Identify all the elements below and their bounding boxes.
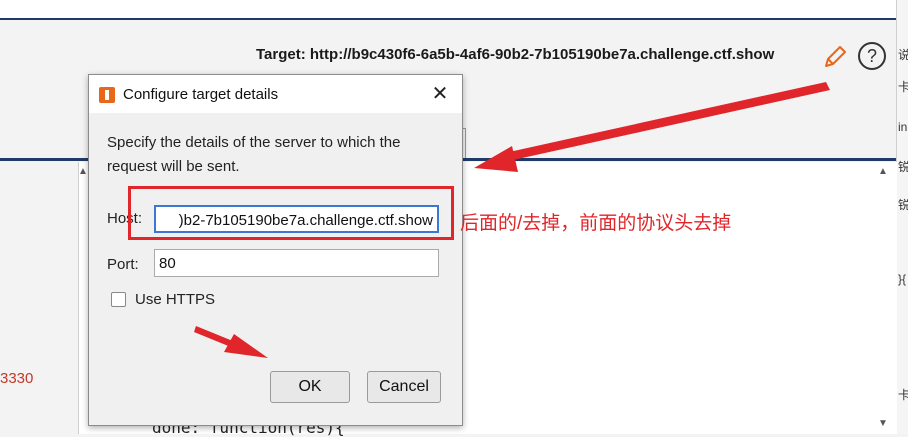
right-edge-char: 卡	[898, 386, 908, 403]
use-https-checkbox[interactable]	[111, 292, 126, 307]
scroll-up-arrow-icon[interactable]: ▲	[878, 166, 892, 182]
right-edge-char: in	[898, 120, 908, 134]
right-edge-strip: 说 卡 in 锐 锐 }{ 卡	[896, 0, 908, 434]
right-edge-char: 说	[898, 46, 908, 63]
dialog-title: Configure target details	[123, 86, 279, 103]
host-highlight-box	[128, 186, 454, 240]
port-label: Port:	[107, 256, 139, 273]
pencil-icon[interactable]	[822, 44, 848, 70]
target-url-label: Target: http://b9c430f6-6a5b-4af6-90b2-7…	[256, 46, 775, 63]
dialog-description: Specify the details of the server to whi…	[107, 134, 401, 175]
right-edge-char: 锐	[898, 196, 908, 213]
dialog-titlebar[interactable]: Configure target details ✕	[89, 75, 462, 113]
right-edge-char: }{	[898, 272, 907, 286]
annotation-text: 后面的/去掉，前面的协议头去掉	[460, 213, 732, 234]
right-edge-char: 锐	[898, 158, 908, 175]
close-icon[interactable]: ✕	[427, 81, 453, 107]
use-https-label[interactable]: Use HTTPS	[135, 291, 215, 308]
burp-logo-icon	[99, 87, 115, 103]
right-edge-char: 卡	[898, 78, 908, 95]
port-input[interactable]: 80	[154, 249, 439, 277]
configure-target-dialog: Configure target details ✕ Specify the d…	[88, 74, 463, 426]
cancel-button[interactable]: Cancel	[367, 371, 441, 403]
top-panel-border	[0, 0, 896, 20]
scroll-up-arrow-icon[interactable]: ▲	[78, 166, 88, 182]
ok-button[interactable]: OK	[270, 371, 350, 403]
scroll-down-arrow-icon[interactable]: ▼	[878, 418, 892, 434]
help-circle-icon[interactable]: ?	[858, 42, 886, 70]
code-fragment: 3330	[0, 370, 34, 387]
